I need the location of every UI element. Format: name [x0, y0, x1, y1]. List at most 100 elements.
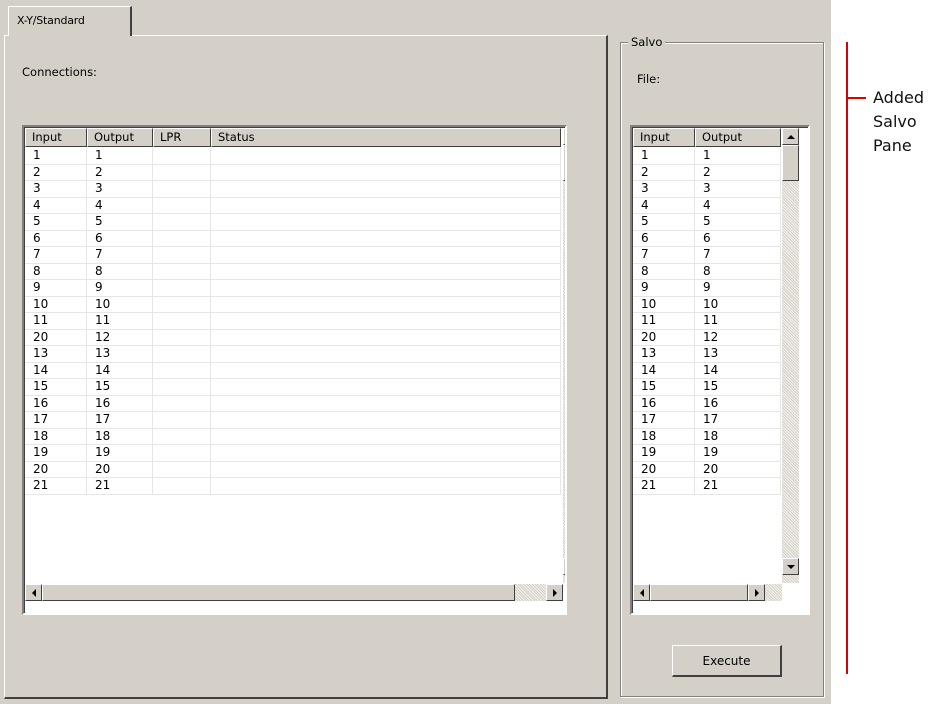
table-cell [211, 428, 561, 444]
table-cell [153, 346, 211, 362]
table-row[interactable]: 20 20 [633, 461, 781, 478]
column-header[interactable]: Output [695, 128, 781, 147]
annotation-pointer [848, 97, 866, 99]
table-cell [153, 148, 211, 164]
execute-button[interactable]: Execute [672, 645, 782, 677]
table-row[interactable]: 55 [633, 214, 781, 231]
table-cell: 9 [695, 280, 781, 296]
column-header[interactable]: Status [211, 128, 561, 147]
table-row[interactable]: 19 19 [25, 445, 561, 462]
scroll-right-icon [552, 588, 557, 597]
table-row[interactable]: 88 [633, 263, 781, 280]
salvo-list[interactable]: Input Output 1 1 2 2 3 3 4 4 5 5 6 6 7 7 8 8 9 9 10 10 11 11 20… [630, 125, 810, 615]
table-cell: 8 [633, 263, 695, 279]
table-row[interactable]: 44 [25, 197, 561, 214]
scroll-left-button[interactable] [633, 584, 650, 601]
table-row[interactable]: 22 [633, 164, 781, 181]
table-cell: 6 [695, 230, 781, 246]
table-cell: 1 [695, 148, 781, 164]
table-row[interactable]: 77 [25, 247, 561, 264]
scroll-down-button[interactable] [782, 558, 799, 575]
column-header[interactable]: LPR [153, 128, 211, 147]
table-cell: 15 [87, 379, 153, 395]
table-cell [153, 230, 211, 246]
table-row[interactable]: 13 13 [633, 346, 781, 363]
scroll-down-button[interactable] [563, 558, 565, 575]
table-row[interactable]: 22 [25, 164, 561, 181]
table-row[interactable]: 14 14 [633, 362, 781, 379]
vscroll-thumb[interactable] [563, 145, 565, 181]
table-row[interactable]: 17 17 [633, 412, 781, 429]
scroll-right-button[interactable] [546, 584, 563, 601]
table-row[interactable]: 10 10 [25, 296, 561, 313]
salvo-vscrollbar[interactable] [782, 128, 799, 583]
table-row[interactable]: 15 15 [633, 379, 781, 396]
table-cell: 18 [633, 428, 695, 444]
scroll-up-button[interactable] [563, 128, 565, 145]
table-cell [211, 263, 561, 279]
table-cell: 5 [87, 214, 153, 230]
column-header[interactable]: Input [633, 128, 695, 147]
connections-hscrollbar[interactable] [25, 584, 563, 601]
salvo-hscrollbar[interactable] [633, 584, 782, 601]
table-row[interactable]: 33 [633, 181, 781, 198]
table-row[interactable]: 15 15 [25, 379, 561, 396]
connections-list[interactable]: Input Output LPR Status 1122334455667788991… [22, 125, 567, 615]
table-row[interactable]: 21 21 [25, 478, 561, 495]
table-row[interactable]: 11 [633, 148, 781, 165]
table-cell: 4 [25, 197, 87, 213]
table-cell [211, 346, 561, 362]
table-cell: 14 [25, 362, 87, 378]
table-cell: 12 [87, 329, 153, 345]
table-cell: 3 [87, 181, 153, 197]
hscroll-thumb[interactable] [42, 584, 515, 601]
table-row[interactable]: 66 [633, 230, 781, 247]
table-row[interactable]: 17 17 [25, 412, 561, 429]
table-row[interactable]: 14 14 [25, 362, 561, 379]
vscroll-thumb[interactable] [782, 145, 799, 181]
table-cell: 1 [87, 148, 153, 164]
table-row[interactable]: 10 10 [633, 296, 781, 313]
table-row[interactable]: 20 20 [25, 461, 561, 478]
scroll-up-button[interactable] [782, 128, 799, 145]
hscroll-thumb[interactable] [650, 584, 748, 601]
table-row[interactable]: 18 18 [25, 428, 561, 445]
table-row[interactable]: 20 12 [25, 329, 561, 346]
table-row[interactable]: 21 21 [633, 478, 781, 495]
table-cell: 6 [87, 230, 153, 246]
table-row[interactable]: 66 [25, 230, 561, 247]
connections-vscrollbar[interactable] [563, 128, 565, 583]
table-cell [153, 214, 211, 230]
tab-xy-standard[interactable]: X-Y/Standard [8, 6, 132, 36]
table-row[interactable]: 16 16 [633, 395, 781, 412]
column-header[interactable]: Output [87, 128, 153, 147]
table-cell [153, 247, 211, 263]
table-row[interactable]: 55 [25, 214, 561, 231]
table-row[interactable]: 11 11 [633, 313, 781, 330]
table-row[interactable]: 11 [25, 148, 561, 165]
table-cell: 2 [25, 164, 87, 180]
table-row[interactable]: 44 [633, 197, 781, 214]
table-row[interactable]: 11 11 [25, 313, 561, 330]
table-row[interactable]: 77 [633, 247, 781, 264]
table-cell: 6 [25, 230, 87, 246]
column-header[interactable]: Input [25, 128, 87, 147]
table-cell [211, 148, 561, 164]
table-row[interactable]: 18 18 [633, 428, 781, 445]
table-row[interactable]: 13 13 [25, 346, 561, 363]
table-cell: 11 [25, 313, 87, 329]
table-cell: 2 [87, 164, 153, 180]
table-row[interactable]: 20 12 [633, 329, 781, 346]
table-row[interactable]: 99 [633, 280, 781, 297]
scroll-right-button[interactable] [748, 584, 765, 601]
annotation-line-3: Pane [873, 136, 912, 155]
connections-label: Connections: [22, 65, 97, 79]
table-row[interactable]: 99 [25, 280, 561, 297]
table-row[interactable]: 16 16 [25, 395, 561, 412]
table-row[interactable]: 19 19 [633, 445, 781, 462]
table-row[interactable]: 33 [25, 181, 561, 198]
scroll-left-button[interactable] [25, 584, 42, 601]
table-cell: 9 [633, 280, 695, 296]
table-cell: 21 [633, 478, 695, 494]
table-row[interactable]: 88 [25, 263, 561, 280]
